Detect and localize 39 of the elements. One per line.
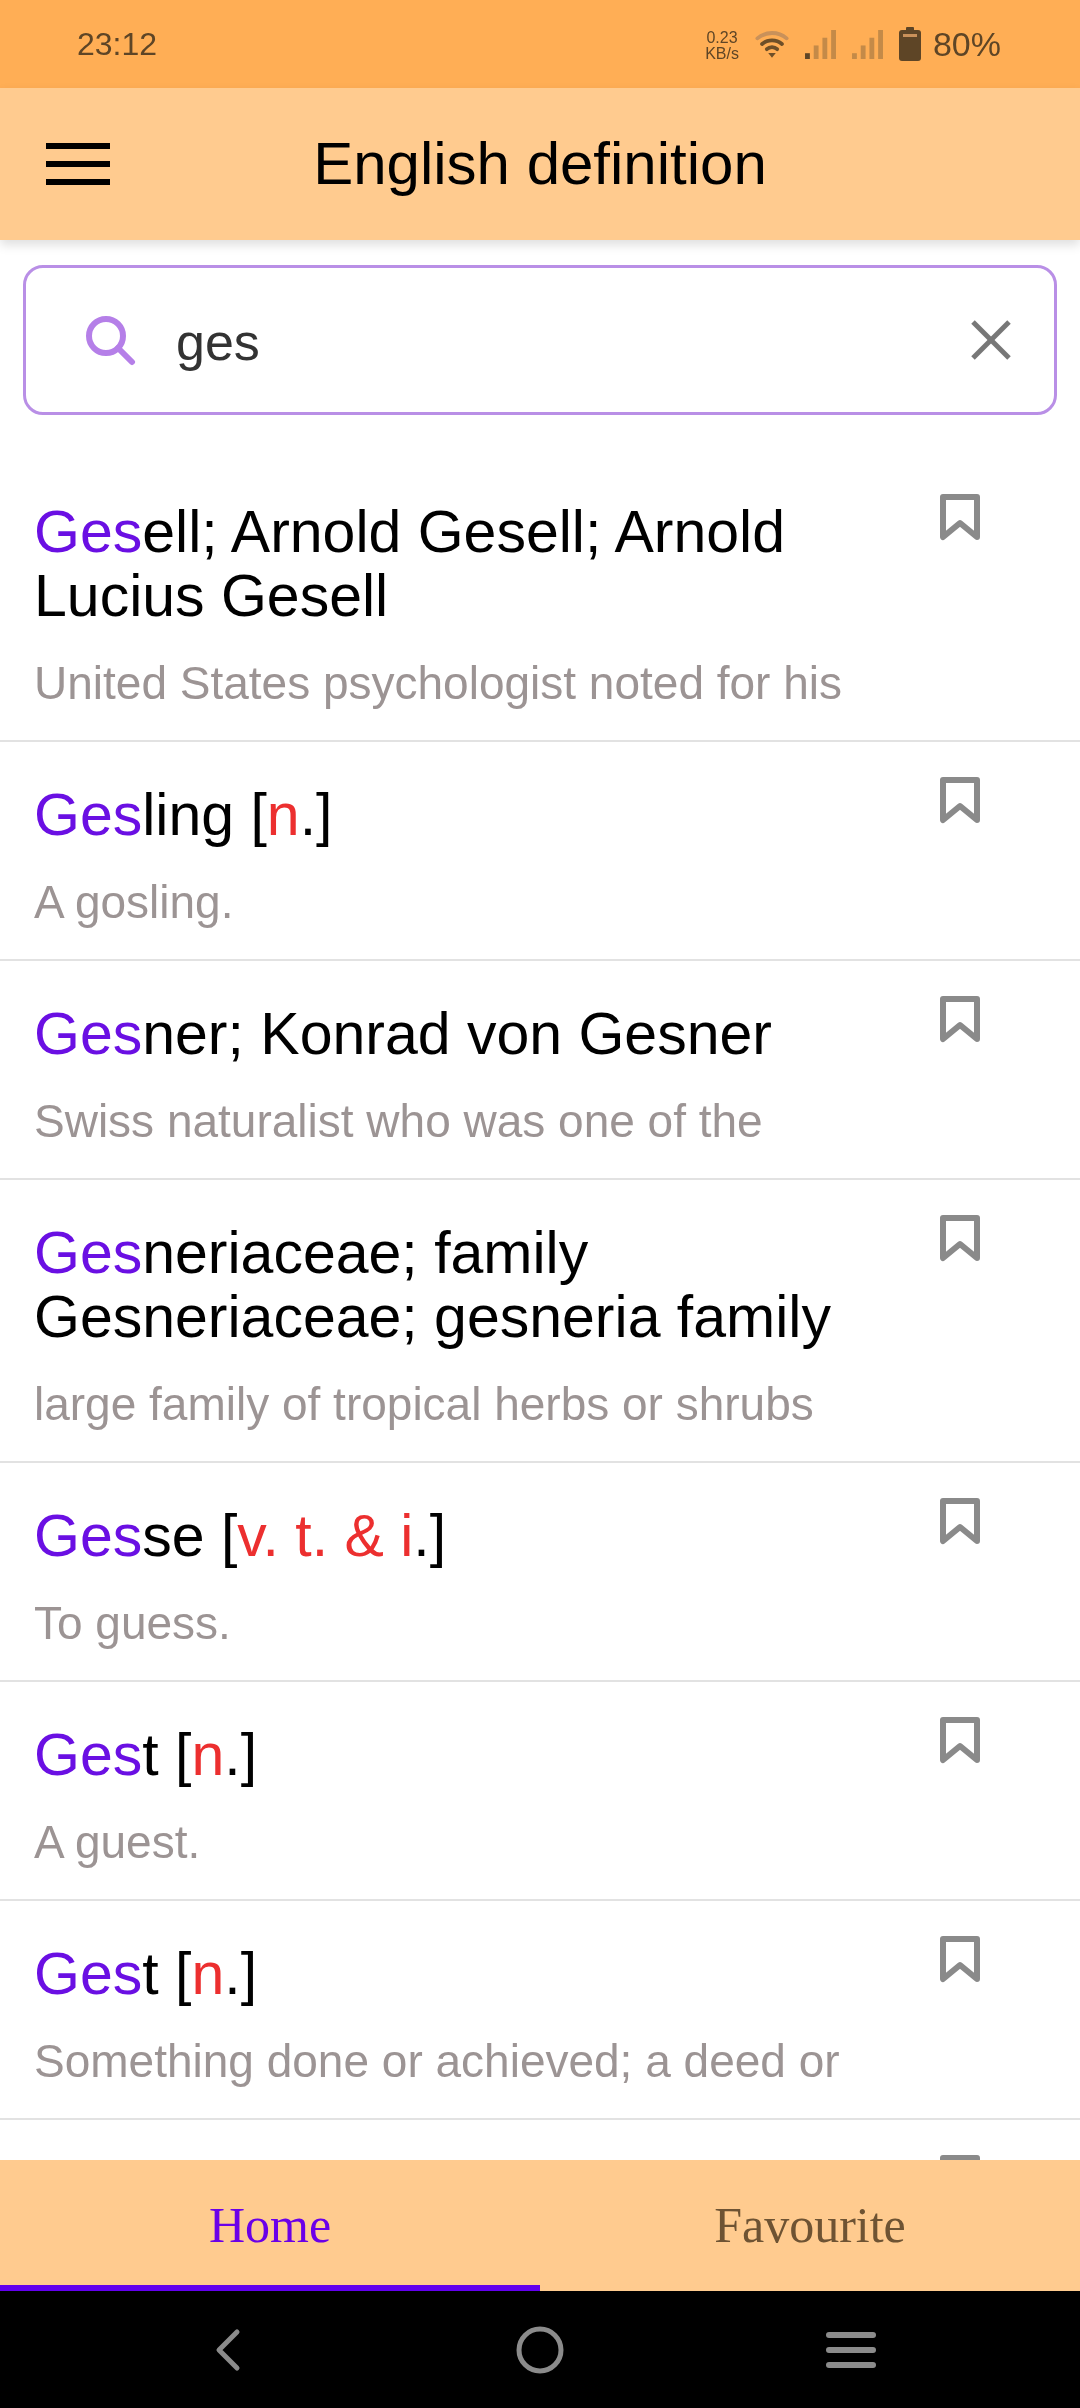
bookmark-icon[interactable] xyxy=(939,995,981,1043)
entry-definition: Swiss naturalist who was one of the xyxy=(34,1096,763,1146)
search-input[interactable]: ges xyxy=(176,306,970,374)
entry-title[interactable]: Gest [n.] xyxy=(34,1723,258,1787)
recents-icon[interactable] xyxy=(826,2331,876,2368)
entry-definition: A gosling. xyxy=(34,877,234,927)
signal-icon xyxy=(851,29,883,59)
entry-title[interactable]: Gesner; Konrad von Gesner xyxy=(34,1002,772,1066)
bookmark-icon[interactable] xyxy=(939,1497,981,1545)
entry-title[interactable]: Gesling [n.] xyxy=(34,783,333,847)
battery-icon xyxy=(898,27,921,61)
signal-icon xyxy=(804,29,836,59)
status-time: 23:12 xyxy=(77,25,158,64)
bookmark-icon[interactable] xyxy=(939,1935,981,1983)
network-speed: 0.23 xyxy=(706,30,738,46)
home-icon[interactable] xyxy=(516,2325,564,2374)
bookmark-icon[interactable] xyxy=(939,1716,981,1764)
app-title: English definition xyxy=(313,129,767,199)
entry-title[interactable]: Gest [n.] xyxy=(34,1942,258,2006)
entry-title[interactable]: Gesell; Arnold Gesell; Arnold Lucius Gesell xyxy=(34,500,899,628)
bookmark-icon[interactable] xyxy=(939,493,981,541)
bookmark-icon[interactable] xyxy=(939,2154,981,2160)
entry-definition: To guess. xyxy=(34,1598,231,1648)
battery-percent: 80% xyxy=(932,23,1001,65)
bookmark-icon[interactable] xyxy=(939,1214,981,1262)
close-icon[interactable] xyxy=(970,319,1012,361)
entry-definition: large family of tropical herbs or shrubs xyxy=(34,1379,814,1429)
entry-title[interactable]: Gesneriaceae; family Gesneriaceae; gesneria family xyxy=(34,1221,899,1349)
entry-definition: A guest. xyxy=(34,1817,201,1867)
entry-definition: Something done or achieved; a deed or xyxy=(34,2036,840,2086)
entry-title[interactable]: Gesse [v. t. & i.] xyxy=(34,1504,447,1568)
bottom-tab[interactable]: Favourite xyxy=(540,2160,1080,2291)
network-speed-unit: KB/s xyxy=(705,46,739,62)
entry-definition: United States psychologist noted for his xyxy=(34,658,842,708)
bookmark-icon[interactable] xyxy=(939,776,981,824)
search-field[interactable]: ges xyxy=(23,265,1057,415)
menu-icon[interactable] xyxy=(46,143,110,185)
wifi-icon xyxy=(754,30,789,58)
search-icon xyxy=(84,314,136,366)
